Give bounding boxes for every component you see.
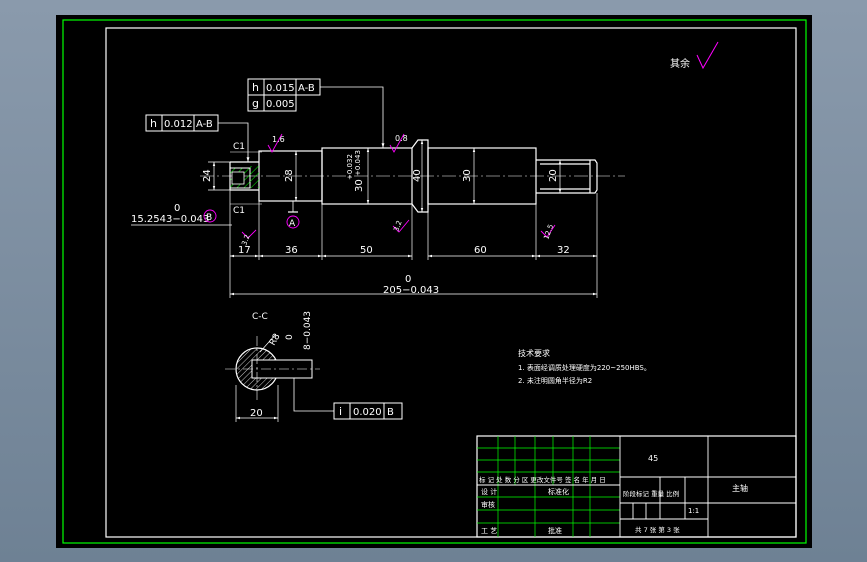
notes-title: 技术要求 (518, 348, 550, 358)
fcf-sym-sym: i (339, 405, 342, 418)
tb-std: 标准化 (548, 487, 569, 496)
fcf-sym-ref: B (387, 407, 394, 418)
chamfer-bottom-label: C1 (233, 206, 245, 216)
tb-approve: 批准 (548, 526, 562, 535)
fcf-runout-left-val: 0.012 (164, 119, 193, 130)
tb-scale: 1:1 (688, 507, 699, 515)
chamfer-top-label: C1 (233, 142, 245, 152)
fcf-cyl-val: 0.005 (266, 99, 295, 110)
notes-line-2: 2. 未注明圆角半径为R2 (518, 376, 592, 385)
fcf-runout-top-sym: h (252, 81, 259, 94)
tb-material: 45 (648, 454, 658, 463)
dim-length-upper: 0 (405, 274, 411, 285)
tb-check: 审核 (481, 500, 495, 509)
fcf-runout-top-ref: A-B (298, 83, 315, 94)
fcf-cyl-sym: g (252, 97, 259, 110)
dim-length-main: 205−0.043 (383, 285, 439, 296)
tb-sheets: 共 7 张 第 3 张 (635, 525, 680, 534)
dim-50: 50 (360, 245, 373, 256)
dim-30-text: 30 (462, 169, 473, 182)
corner-note: 其余 (670, 57, 690, 70)
dim-left-upper: 0 (174, 203, 180, 214)
dim-17: 17 (238, 245, 251, 256)
section-title: C-C (252, 312, 268, 322)
dim-36: 36 (285, 245, 298, 256)
fcf-runout-left-sym: h (150, 117, 157, 130)
dim-32: 32 (557, 245, 570, 256)
model-space[interactable] (56, 15, 812, 548)
dim-20-text: 20 (548, 169, 559, 182)
cad-drawing: 其余 h 0.015 A-B g 0.005 h 0.012 A-B C1 C1… (56, 15, 812, 548)
drawing-window: 其余 h 0.015 A-B g 0.005 h 0.012 A-B C1 C1… (0, 0, 867, 562)
section-dim-20: 20 (250, 408, 263, 419)
dim-24-text: 24 (202, 169, 213, 182)
tb-process: 工 艺 (481, 527, 497, 535)
fcf-sym-val: 0.020 (353, 407, 382, 418)
end-hatch (250, 166, 259, 188)
dim-60: 60 (474, 245, 487, 256)
fcf-runout-top-val: 0.015 (266, 83, 295, 94)
dim-left-main: 15.2543−0.043 (131, 214, 209, 225)
dim-30tol-lower: +0.043 (354, 150, 362, 176)
tb-stage-labels: 阶段标记 重量 比例 (623, 489, 679, 498)
dim-30tol-upper: +0.032 (346, 154, 354, 180)
roughness-08: 0.8 (395, 134, 408, 143)
roughness-16: 1.6 (272, 135, 285, 144)
fcf-runout-left-ref: A-B (196, 119, 213, 130)
dim-30tol-text: 30 (354, 179, 365, 192)
dim-40-text: 40 (412, 169, 423, 182)
keyway-slot (231, 171, 245, 185)
tb-design: 设 计 (481, 487, 497, 496)
notes-line-1: 1. 表面经调质处理硬度为220~250HBS。 (518, 363, 651, 372)
tb-name: 主轴 (732, 483, 748, 493)
section-key-main: 8−0.043 (303, 311, 313, 350)
dim-28-text: 28 (284, 169, 295, 182)
tb-row-header: 标 记 处 数 分 区 更改文件号 签 名 年 月 日 (479, 475, 606, 484)
section-key-upper: 0 (285, 334, 295, 340)
datum-a-label: A (289, 219, 296, 229)
datum-b-label: B (206, 213, 212, 223)
